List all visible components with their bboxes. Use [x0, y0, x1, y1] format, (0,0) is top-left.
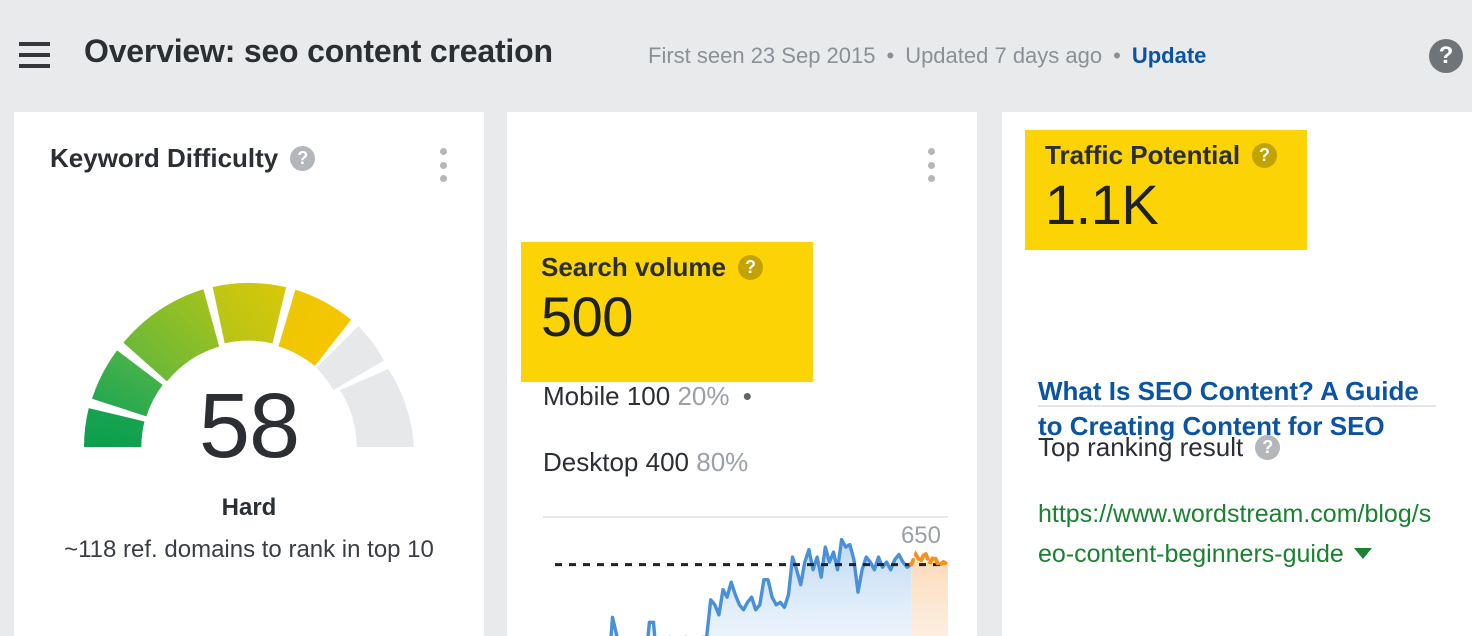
difficulty-note: ~118 ref. domains to rank in top 10	[59, 534, 439, 566]
meta-separator: •	[1102, 43, 1132, 69]
hamburger-icon[interactable]	[19, 42, 51, 68]
kebab-menu-icon[interactable]	[430, 148, 456, 182]
search-volume-chart[interactable]: 650 0 Sep 2015 Aug 2025	[507, 504, 977, 636]
kebab-dot	[928, 175, 935, 182]
keyword-meta: First seen 23 Sep 2015 • Updated 7 days …	[648, 43, 1206, 69]
desktop-percent: 80%	[696, 447, 748, 477]
first-seen-text: First seen 23 Sep 2015	[648, 43, 875, 69]
top-ranking-result-url[interactable]: https://www.wordstream.com/blog/seo-cont…	[1038, 494, 1440, 574]
search-volume-card: Search volume ? 500 Mobile 100 20% • Des…	[507, 112, 977, 636]
search-volume-value: 500	[541, 287, 793, 346]
chart-plot	[543, 540, 948, 636]
kebab-menu-icon[interactable]	[918, 148, 944, 182]
help-icon[interactable]: ?	[1252, 143, 1277, 168]
mobile-volume-row: Mobile 100 20% •	[543, 381, 752, 412]
difficulty-score: 58	[14, 380, 484, 472]
app-header: Overview: seo content creation First see…	[0, 0, 1472, 112]
search-volume-header: Search volume ?	[541, 252, 793, 283]
hamburger-bar	[19, 53, 50, 57]
keyword-difficulty-header: Keyword Difficulty ?	[50, 143, 315, 174]
card-title: Keyword Difficulty	[50, 143, 278, 174]
kebab-dot	[440, 162, 447, 169]
kebab-dot	[440, 175, 447, 182]
desktop-value: 400	[646, 447, 689, 477]
mobile-percent: 20%	[677, 381, 729, 411]
help-icon[interactable]: ?	[738, 255, 763, 280]
caret-down-icon[interactable]	[1354, 548, 1372, 559]
meta-separator: •	[875, 43, 905, 69]
kebab-dot	[928, 162, 935, 169]
traffic-potential-metric: Traffic Potential ? 1.1K	[1025, 130, 1307, 250]
mobile-value: 100	[627, 381, 670, 411]
update-button[interactable]: Update	[1132, 43, 1207, 69]
help-icon[interactable]: ?	[290, 146, 315, 171]
desktop-volume-row: Desktop 400 80%	[543, 447, 748, 478]
result-url-text: https://www.wordstream.com/blog/seo-cont…	[1038, 500, 1431, 568]
top-ranking-result-link[interactable]: What Is SEO Content? A Guide to Creating…	[1038, 374, 1438, 445]
mobile-label: Mobile	[543, 381, 620, 411]
card-title: Traffic Potential	[1045, 140, 1240, 171]
search-volume-metric: Search volume ? 500	[521, 242, 813, 382]
page-title: Overview: seo content creation	[84, 33, 553, 70]
kebab-dot	[928, 148, 935, 155]
card-title: Search volume	[541, 252, 726, 283]
help-icon[interactable]: ?	[1429, 39, 1463, 73]
traffic-potential-header: Traffic Potential ?	[1045, 140, 1287, 171]
difficulty-rating: Hard	[14, 494, 484, 522]
hamburger-bar	[19, 64, 50, 68]
hamburger-bar	[19, 42, 50, 46]
desktop-label: Desktop	[543, 447, 638, 477]
kebab-dot	[440, 148, 447, 155]
keyword-difficulty-card: Keyword Difficulty ?	[14, 112, 484, 636]
updated-text: Updated 7 days ago	[905, 43, 1102, 69]
mobile-separator: •	[737, 381, 752, 411]
traffic-potential-card: Traffic Potential ? 1.1K Top ranking res…	[1002, 112, 1472, 636]
y-axis-max-label: 650	[901, 522, 941, 550]
difficulty-gauge: 58 Hard ~118 ref. domains to rank in top…	[14, 262, 484, 462]
traffic-potential-value: 1.1K	[1045, 175, 1287, 234]
